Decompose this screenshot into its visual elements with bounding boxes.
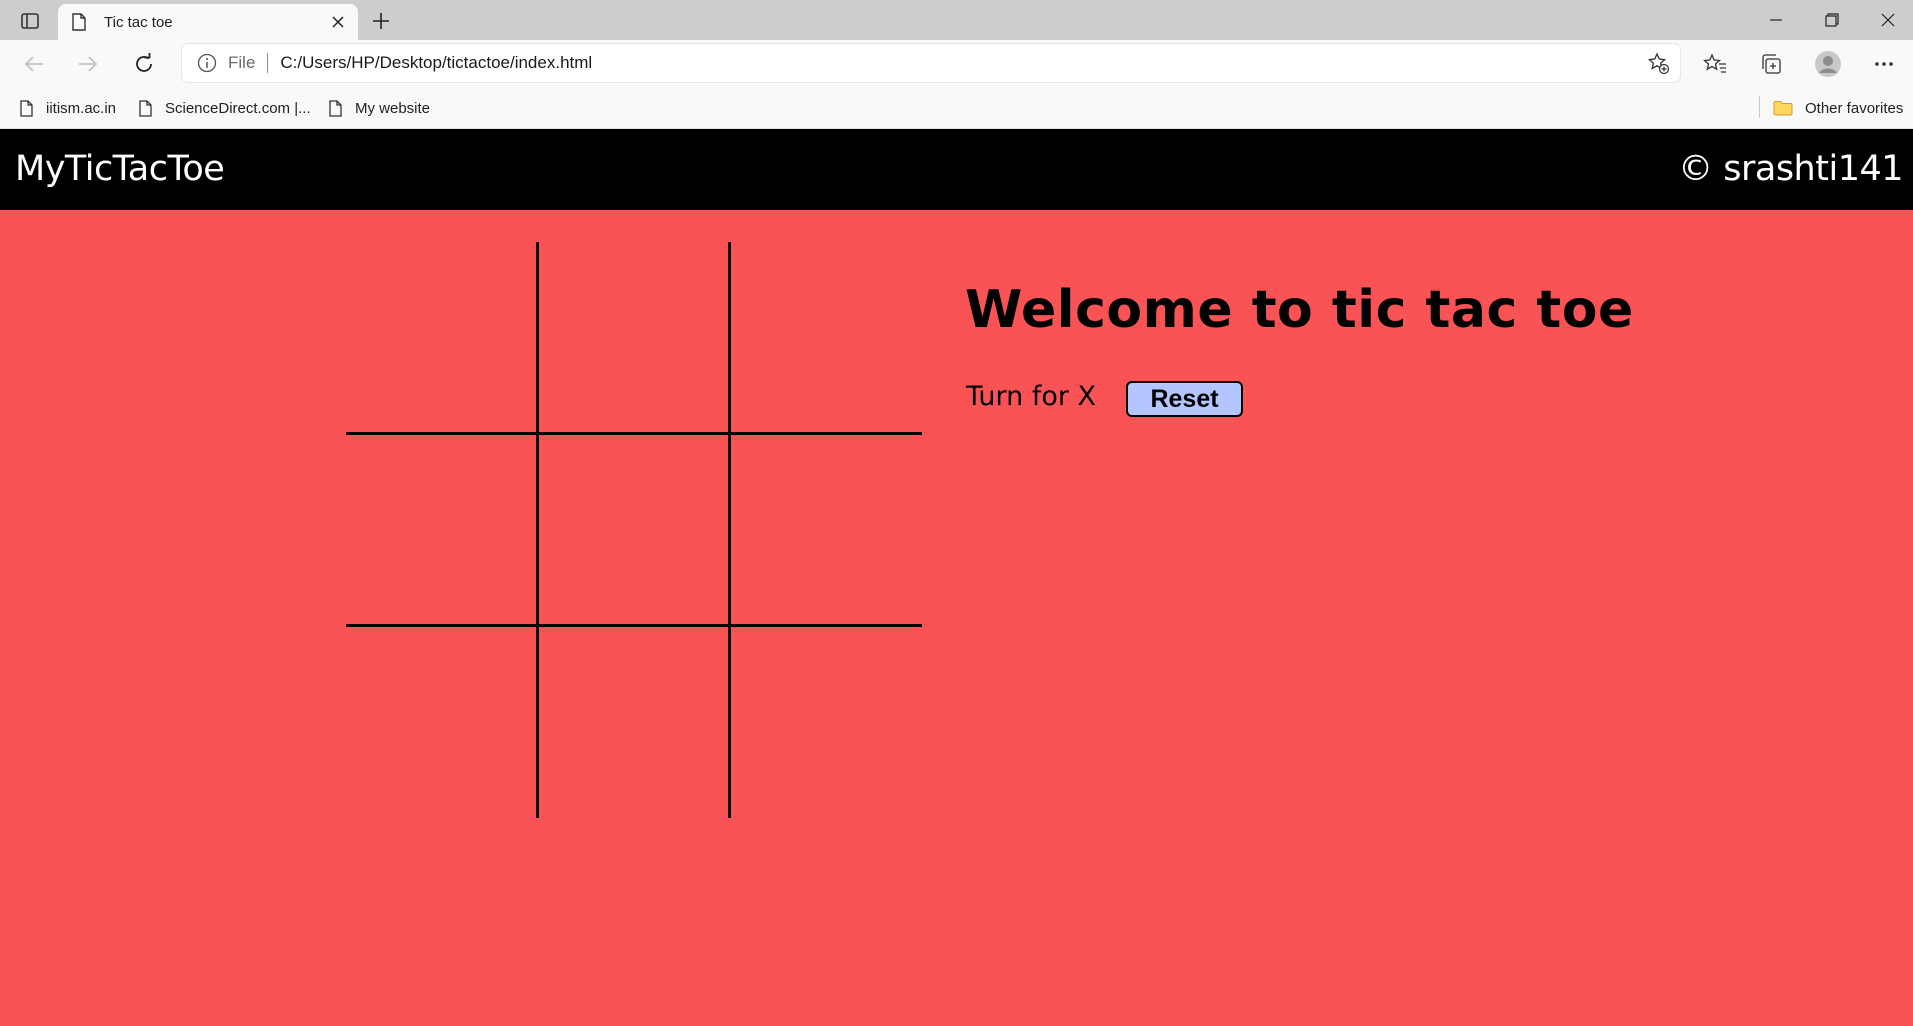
board-cell[interactable]	[346, 626, 538, 818]
page-icon	[139, 98, 155, 118]
tab-strip: Tic tac toe	[0, 0, 1913, 40]
close-window-icon[interactable]	[1860, 0, 1913, 40]
bookmarks-bar: iitism.ac.in ScienceDirect.com |... My w…	[0, 88, 1913, 128]
board-cell[interactable]	[538, 626, 730, 818]
url-separator	[267, 53, 269, 73]
bookmark-my-website[interactable]: My website	[329, 94, 430, 122]
site-header: MyTicTacToe © srashti141	[0, 129, 1913, 210]
address-bar[interactable]: File C:/Users/HP/Desktop/tictactoe/index…	[182, 44, 1680, 82]
game-board	[346, 242, 922, 818]
site-credit: © srashti141	[1678, 149, 1903, 189]
turn-indicator: Turn for X	[966, 381, 1097, 412]
bookmark-sciencedirect[interactable]: ScienceDirect.com |...	[139, 94, 311, 122]
collections-icon[interactable]	[1751, 48, 1791, 80]
board-cell[interactable]	[730, 242, 922, 434]
profile-icon[interactable]	[1808, 48, 1848, 80]
board-cell[interactable]	[730, 434, 922, 626]
page-icon	[72, 12, 90, 32]
tab-title: Tic tac toe	[104, 13, 173, 31]
minimize-icon[interactable]	[1748, 0, 1804, 40]
info-icon[interactable]	[196, 52, 218, 74]
url-text[interactable]: C:/Users/HP/Desktop/tictactoe/index.html	[280, 53, 1640, 73]
bookmark-iitism[interactable]: iitism.ac.in	[20, 94, 116, 122]
page-icon	[20, 98, 36, 118]
page-icon	[329, 98, 345, 118]
reset-button[interactable]: Reset	[1126, 381, 1243, 417]
site-brand: MyTicTacToe	[15, 149, 225, 189]
favorites-icon[interactable]	[1695, 48, 1735, 80]
restore-icon[interactable]	[1804, 0, 1860, 40]
tab-actions-icon[interactable]	[14, 8, 46, 34]
board-cell[interactable]	[538, 434, 730, 626]
other-favorites[interactable]: Other favorites	[1773, 94, 1903, 122]
board-cell[interactable]	[538, 242, 730, 434]
other-favorites-label: Other favorites	[1805, 99, 1904, 117]
forward-arrow-icon[interactable]	[70, 48, 106, 80]
star-plus-icon[interactable]	[1640, 47, 1676, 79]
close-icon[interactable]	[324, 8, 352, 36]
url-scheme: File	[228, 53, 256, 72]
board-cell[interactable]	[346, 434, 538, 626]
browser-tab[interactable]: Tic tac toe	[58, 4, 358, 40]
bookmarks-divider	[1759, 96, 1760, 118]
bookmark-label: ScienceDirect.com |...	[165, 99, 311, 117]
back-arrow-icon[interactable]	[16, 48, 52, 80]
board-cell[interactable]	[730, 626, 922, 818]
page-title: Welcome to tic tac toe	[965, 280, 1634, 340]
board-cell[interactable]	[346, 242, 538, 434]
plus-icon[interactable]	[366, 6, 396, 36]
browser-toolbar: File C:/Users/HP/Desktop/tictactoe/index…	[0, 40, 1913, 88]
folder-icon	[1773, 98, 1795, 118]
bookmark-label: My website	[355, 99, 431, 117]
refresh-icon[interactable]	[126, 48, 162, 80]
more-icon[interactable]	[1864, 48, 1904, 80]
bookmark-label: iitism.ac.in	[46, 99, 117, 117]
